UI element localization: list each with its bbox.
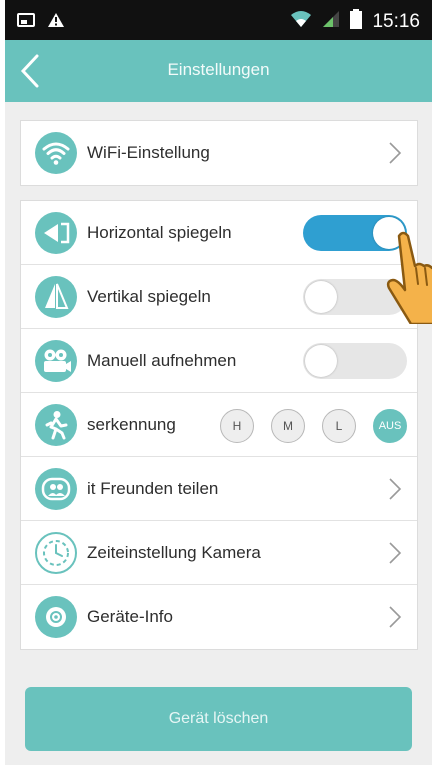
sensitivity-low-chip[interactable]: L [322,409,356,443]
chevron-right-icon [389,478,402,500]
battery-icon [350,9,363,34]
list-item-vertical-mirror: Vertikal spiegeln [21,265,417,329]
chevron-right-icon [389,142,402,164]
wifi-icon [290,10,312,33]
list-item-label: it Freunden teilen [87,479,219,498]
list-item-horizontal-mirror: Horizontal spiegeln [21,201,417,265]
sensitivity-high-chip[interactable]: H [220,409,254,443]
share-friends-icon [35,468,77,510]
list-item-time-settings[interactable]: Zeiteinstellung Kamera [21,521,417,585]
list-item-label: Horizontal spiegeln [87,223,232,242]
motion-person-icon [35,404,77,446]
wifi-group: WiFi-Einstellung [20,120,418,186]
list-item-label: WiFi-Einstellung [87,143,210,162]
list-item-label: serkennung [87,415,176,434]
sensitivity-off-chip[interactable]: AUS [373,409,407,443]
chevron-right-icon [389,606,402,628]
wifi-icon [35,132,77,174]
manual-record-toggle[interactable] [303,343,407,379]
warning-icon [47,12,65,33]
camera-icon [35,340,77,382]
list-item-device-info[interactable]: Geräte-Info [21,585,417,649]
delete-device-button[interactable]: Gerät löschen [25,687,412,751]
app-header: Einstellungen [5,40,432,102]
list-item-share-friends[interactable]: it Freunden teilen [21,457,417,521]
toggle-knob [305,345,337,377]
pointing-hand-icon [386,231,432,324]
toggle-knob [305,281,337,313]
info-icon [35,596,77,638]
sim-icon [17,12,35,33]
sensitivity-medium-chip[interactable]: M [271,409,305,443]
signal-icon [322,10,340,33]
list-item-motion-detection: serkennung H M L AUS [21,393,417,457]
list-item-label: Zeiteinstellung Kamera [87,543,261,562]
settings-screen: 15:16 Einstellungen WiFi-Einstellung Hor… [5,0,432,765]
list-item-label: Vertikal spiegeln [87,287,211,306]
list-item-wifi[interactable]: WiFi-Einstellung [21,121,417,185]
list-item-label: Manuell aufnehmen [87,351,237,370]
list-item-label: Geräte-Info [87,607,173,626]
mirror-horizontal-icon [35,212,77,254]
chevron-right-icon [389,542,402,564]
page-title: Einstellungen [167,60,270,79]
status-bar: 15:16 [5,0,432,40]
sensitivity-selector: H M L AUS [220,409,407,443]
mirror-vertical-icon [35,276,77,318]
clock-icon [35,532,77,574]
settings-group: Horizontal spiegeln Vertikal spiegeln Ma… [20,200,418,650]
status-time: 15:16 [372,10,420,32]
list-item-manual-record: Manuell aufnehmen [21,329,417,393]
